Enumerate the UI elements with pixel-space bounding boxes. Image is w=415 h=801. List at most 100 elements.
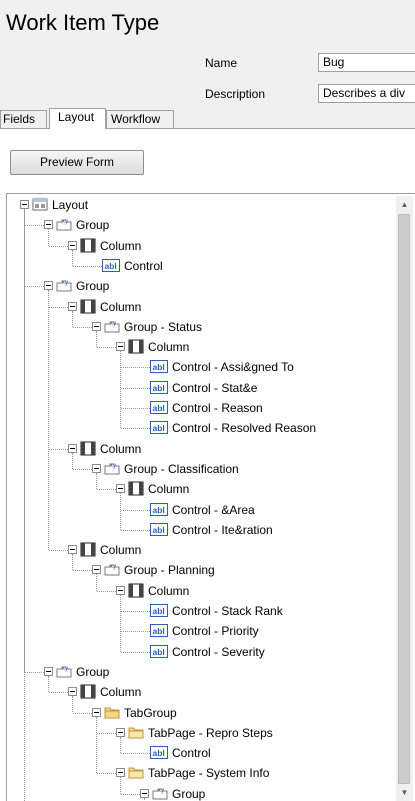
tree-branch-line (121, 387, 150, 389)
group-icon: xy (56, 278, 72, 293)
tree-node-control[interactable]: abl Control - &Area (7, 501, 397, 519)
tree-branch-line (121, 367, 150, 369)
tree-node-group[interactable]: xy Group (7, 663, 397, 681)
group-icon: xy (152, 786, 168, 801)
collapse-toggle-icon[interactable] (68, 545, 77, 555)
tree-node-label: Layout (52, 198, 89, 212)
tree-node-column[interactable]: Column (7, 237, 397, 255)
collapse-toggle-icon[interactable] (44, 281, 53, 291)
tree-node-control[interactable]: abl Control (7, 744, 397, 762)
tree-node-label: Group (76, 664, 110, 679)
column-icon (80, 299, 96, 314)
name-field[interactable]: Bug (318, 53, 415, 72)
tree-node-tabpage[interactable]: TabPage - Repro Steps (7, 724, 397, 742)
tree-node-tabpage[interactable]: TabPage - System Info (7, 764, 397, 782)
tab-strip: Fields Layout Workflow (0, 108, 415, 129)
scroll-thumb[interactable] (398, 214, 410, 784)
tree-node-label: Column (100, 238, 142, 253)
tree-branch-line (97, 489, 116, 491)
svg-text:abl: abl (153, 505, 165, 515)
collapse-toggle-icon[interactable] (116, 768, 125, 778)
tree-node-column[interactable]: Column (7, 541, 397, 559)
collapse-toggle-icon[interactable] (116, 727, 125, 737)
tree-node-control[interactable]: abl Control - Severity (7, 643, 397, 661)
tree-scrollbar[interactable]: ▲ ▼ (396, 196, 413, 801)
collapse-toggle-icon[interactable] (68, 443, 77, 453)
tree-node-control[interactable]: abl Control - Reason (7, 399, 397, 417)
tree-branch-line (25, 225, 44, 227)
collapse-toggle-icon[interactable] (92, 565, 101, 575)
preview-form-button[interactable]: Preview Form (10, 150, 144, 175)
collapse-toggle-icon[interactable] (116, 585, 125, 595)
tree-branch-line (121, 651, 150, 653)
scroll-down-arrow-icon[interactable]: ▼ (396, 784, 413, 801)
column-icon (80, 684, 96, 699)
tree-node-control[interactable]: abl Control - Stat&e (7, 379, 397, 397)
tree-node-label: Control - Reason (172, 401, 263, 415)
collapse-toggle-icon[interactable] (92, 707, 101, 717)
tree-node-column[interactable]: Column (7, 338, 397, 356)
collapse-toggle-icon[interactable] (92, 463, 101, 473)
collapse-toggle-icon[interactable] (20, 200, 29, 209)
description-field[interactable]: Describes a div (318, 84, 415, 103)
collapse-toggle-icon[interactable] (92, 321, 101, 331)
tree-node-layout[interactable]: Layout (7, 196, 397, 214)
tree-node-group[interactable]: xy Group (7, 216, 397, 234)
tree-node-label: Control - Severity (172, 644, 265, 659)
tree-node-tabgroup[interactable]: TabGroup (7, 704, 397, 722)
tab-layout[interactable]: Layout (49, 108, 106, 129)
scroll-up-arrow-icon[interactable]: ▲ (396, 196, 413, 213)
collapse-toggle-icon[interactable] (68, 301, 77, 311)
group-icon: xy (56, 217, 72, 232)
collapse-toggle-icon[interactable] (68, 240, 77, 250)
tree-node-control[interactable]: abl Control - Priority (7, 622, 397, 640)
tree-branch-line (97, 347, 116, 349)
tree-node-group[interactable]: xy Group - Classification (7, 460, 397, 478)
tree-node-group[interactable]: xy Group - Status (7, 318, 397, 336)
tree-node-group[interactable]: xy Group - Planning (7, 561, 397, 579)
svg-text:abl: abl (153, 383, 165, 393)
tree-branch-line (121, 509, 150, 511)
tree-node-column[interactable]: Column (7, 582, 397, 600)
tree-node-column[interactable]: Column (7, 480, 397, 498)
tree-node-label: TabPage - System Info (148, 766, 270, 781)
collapse-toggle-icon[interactable] (68, 687, 77, 697)
tree-node-column[interactable]: Column (7, 440, 397, 458)
group-icon: xy (104, 562, 120, 577)
tree-node-label: Control - Priority (172, 624, 259, 639)
tree-node-column[interactable]: Column (7, 683, 397, 701)
tree-node-column[interactable]: Column (7, 298, 397, 316)
tree-branch-line (121, 793, 140, 795)
tree-node-group[interactable]: xy Group (7, 785, 397, 801)
tab-fields[interactable]: Fields (0, 110, 47, 128)
tree-node-label: Column (100, 441, 142, 456)
control-icon: abl (150, 400, 168, 415)
tree-node-group[interactable]: xy Group (7, 277, 397, 295)
tree-node-label: Control - Ite&ration (172, 522, 273, 537)
svg-text:abl: abl (153, 626, 165, 636)
tree-node-control[interactable]: abl Control (7, 257, 397, 275)
control-icon: abl (150, 745, 168, 760)
collapse-toggle-icon[interactable] (44, 666, 53, 676)
collapse-toggle-icon[interactable] (116, 342, 125, 352)
tree-branch-line (49, 448, 68, 450)
layout-tree[interactable]: Layout xy Group Column abl Control xy Group Colu… (6, 193, 415, 801)
tree-branch-line (121, 529, 150, 531)
tree-node-control[interactable]: abl Control - Resolved Reason (7, 419, 397, 437)
collapse-toggle-icon[interactable] (44, 220, 53, 230)
tree-branch-line (121, 631, 150, 633)
tree-node-control[interactable]: abl Control - Stack Rank (7, 602, 397, 620)
tree-node-label: Control - Stat&e (172, 380, 258, 395)
tree-node-label: Group (172, 786, 206, 801)
collapse-toggle-icon[interactable] (140, 788, 149, 798)
control-icon: abl (150, 623, 168, 638)
collapse-toggle-icon[interactable] (116, 484, 125, 494)
group-icon: xy (104, 319, 120, 334)
tab-page-icon (128, 765, 144, 780)
tree-node-control[interactable]: abl Control - Assi&gned To (7, 358, 397, 376)
svg-text:xy: xy (158, 788, 164, 794)
tree-node-control[interactable]: abl Control - Ite&ration (7, 521, 397, 539)
tree-node-label: Group - Classification (124, 461, 239, 476)
tab-workflow[interactable]: Workflow (106, 110, 174, 128)
svg-text:xy: xy (110, 463, 116, 469)
